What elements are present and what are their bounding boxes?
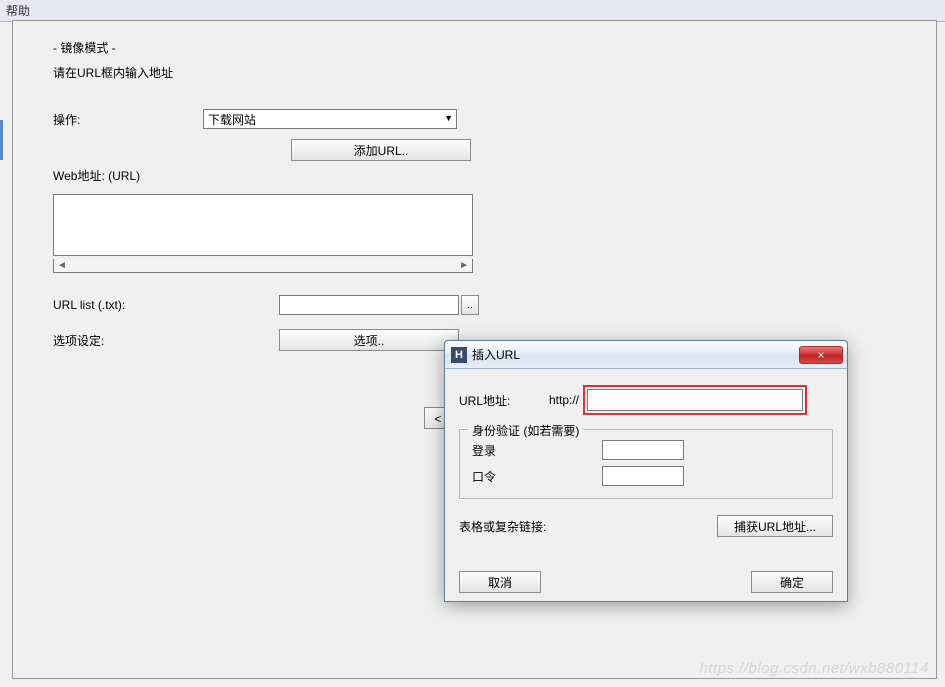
password-label: 口令 bbox=[472, 468, 602, 485]
action-label: 操作: bbox=[53, 111, 203, 128]
dialog-ok-button[interactable]: 确定 bbox=[751, 571, 833, 593]
add-url-button[interactable]: 添加URL.. bbox=[291, 139, 471, 161]
menu-help[interactable]: 帮助 bbox=[6, 4, 30, 18]
scroll-left-icon[interactable]: ◄ bbox=[57, 260, 67, 271]
auth-fieldset: 身份验证 (如若需要) 登录 口令 bbox=[459, 429, 833, 499]
left-edge-accent bbox=[0, 120, 3, 160]
url-address-label: URL地址: bbox=[459, 392, 549, 409]
dialog-cancel-button[interactable]: 取消 bbox=[459, 571, 541, 593]
textarea-scrollbar[interactable]: ◄ ► bbox=[53, 259, 473, 273]
dialog-titlebar[interactable]: H 插入URL × bbox=[445, 341, 847, 369]
action-select[interactable]: 下载网站 bbox=[203, 109, 457, 129]
options-button[interactable]: 选项.. bbox=[279, 329, 459, 351]
login-input[interactable] bbox=[602, 440, 684, 460]
dialog-app-icon: H bbox=[451, 347, 467, 363]
insert-url-dialog: H 插入URL × URL地址: http:// 身份验证 (如若需要) 登录 … bbox=[444, 340, 848, 602]
scroll-right-icon[interactable]: ► bbox=[459, 260, 469, 271]
auth-legend: 身份验证 (如若需要) bbox=[468, 422, 583, 439]
web-address-label: Web地址: (URL) bbox=[53, 167, 203, 184]
login-label: 登录 bbox=[472, 442, 602, 459]
instruction-text: 请在URL框内输入地址 bbox=[53, 64, 908, 81]
url-list-label: URL list (.txt): bbox=[53, 298, 203, 312]
mirror-mode-title: - 镜像模式 - bbox=[53, 39, 908, 56]
menu-bar: 帮助 bbox=[0, 0, 945, 22]
url-input[interactable] bbox=[587, 389, 803, 411]
capture-url-button[interactable]: 捕获URL地址... bbox=[717, 515, 833, 537]
url-list-input[interactable] bbox=[279, 295, 459, 315]
http-prefix-text: http:// bbox=[549, 393, 579, 407]
complex-links-label: 表格或复杂链接: bbox=[459, 518, 717, 535]
options-label: 选项设定: bbox=[53, 332, 203, 349]
password-input[interactable] bbox=[602, 466, 684, 486]
url-input-highlight bbox=[583, 385, 807, 415]
url-textarea[interactable] bbox=[53, 194, 473, 256]
close-icon[interactable]: × bbox=[799, 346, 843, 364]
dialog-title: 插入URL bbox=[472, 346, 799, 363]
browse-button[interactable]: .. bbox=[461, 295, 479, 315]
